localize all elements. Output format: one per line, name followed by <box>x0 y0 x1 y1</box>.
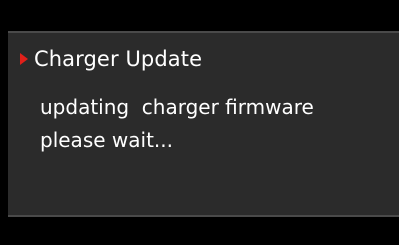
dialog-title-row: Charger Update <box>20 45 202 73</box>
update-dialog-panel: Charger Update updating charger firmware… <box>8 31 399 217</box>
dialog-message: updating charger firmware please wait... <box>40 91 314 157</box>
right-triangle-icon <box>20 53 28 65</box>
dialog-title: Charger Update <box>34 47 203 71</box>
message-line-2: please wait... <box>40 128 173 152</box>
message-line-1: updating charger firmware <box>40 95 314 119</box>
device-screen: Charger Update updating charger firmware… <box>0 0 399 245</box>
